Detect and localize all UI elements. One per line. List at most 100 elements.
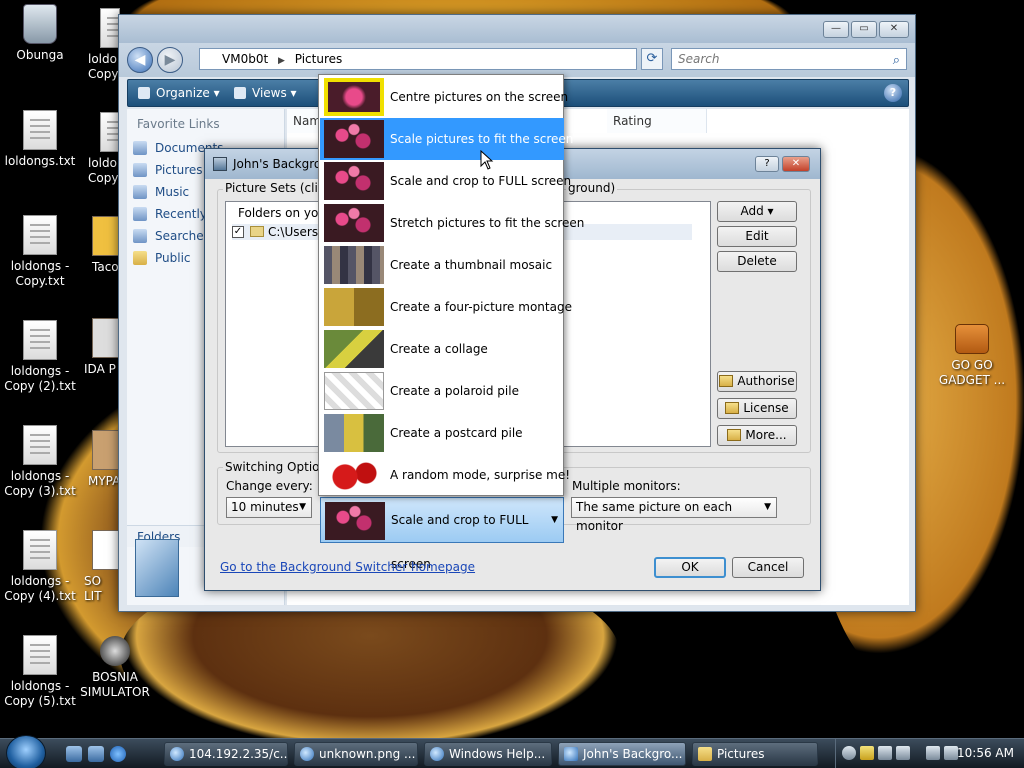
thumbnail-image bbox=[324, 162, 384, 200]
maximize-button[interactable]: ▭ bbox=[851, 21, 877, 38]
app-icon bbox=[564, 747, 578, 761]
back-button[interactable]: ◀ bbox=[127, 47, 153, 73]
cancel-button[interactable]: Cancel bbox=[732, 557, 804, 578]
mode-option-stretch[interactable]: Stretch pictures to fit the screen bbox=[320, 202, 584, 244]
display-mode-select[interactable]: Scale and crop to FULL screen ▼ bbox=[320, 497, 564, 571]
mode-option-montage[interactable]: Create a four-picture montage bbox=[320, 286, 572, 328]
breadcrumb-pictures[interactable]: Pictures bbox=[295, 52, 343, 66]
desktop-icon-solitaire[interactable]: SO LIT bbox=[82, 530, 128, 604]
forward-button[interactable]: ▶ bbox=[157, 47, 183, 73]
task-pictures[interactable]: Pictures bbox=[692, 742, 818, 766]
tray-app-icon[interactable] bbox=[878, 746, 892, 760]
task-unknown-png[interactable]: unknown.png ... bbox=[294, 742, 418, 766]
breadcrumb-user[interactable]: VM0b0t bbox=[222, 52, 268, 66]
tray-app-icon[interactable] bbox=[842, 746, 856, 760]
desktop-icon-label: loldongs - Copy.txt bbox=[10, 259, 70, 288]
desktop-icon-label: Taco bbox=[92, 260, 119, 274]
desktop-icon-loldongs-copy-5[interactable]: loldongs - Copy (5).txt bbox=[0, 635, 80, 709]
mode-option-random[interactable]: A random mode, surprise me! bbox=[320, 454, 570, 496]
key-icon bbox=[719, 375, 734, 387]
license-button[interactable]: License bbox=[717, 398, 797, 419]
desktop-icon-loldo-copy-b[interactable]: loldo Copy bbox=[82, 112, 127, 186]
multiple-monitors-label: Multiple monitors: bbox=[572, 479, 681, 493]
multiple-monitors-select[interactable]: The same picture on each monitor ▼ bbox=[571, 497, 777, 533]
mode-option-scale-fit[interactable]: Scale pictures to fit the screen bbox=[320, 118, 573, 160]
explorer-titlebar[interactable]: — ▭ ✕ bbox=[119, 15, 915, 43]
mode-option-polaroid[interactable]: Create a polaroid pile bbox=[320, 370, 564, 412]
desktop-icon-obunga[interactable]: Obunga bbox=[0, 4, 80, 63]
organize-label: Organize bbox=[156, 86, 210, 100]
desktop-icon-loldo-copy-a[interactable]: loldo Copy bbox=[82, 8, 127, 82]
gear-icon bbox=[727, 429, 742, 441]
refresh-button[interactable]: ⟳ bbox=[641, 48, 663, 70]
mode-option-mosaic[interactable]: Create a thumbnail mosaic bbox=[320, 244, 564, 286]
mode-option-collage[interactable]: Create a collage bbox=[320, 328, 564, 370]
ok-button[interactable]: OK bbox=[654, 557, 726, 578]
thumbnail-image bbox=[324, 414, 384, 452]
desktop-icon-loldongs-copy-2[interactable]: loldongs - Copy (2).txt bbox=[0, 320, 80, 394]
desktop-icon-ida[interactable]: IDA P bbox=[82, 318, 128, 377]
change-every-select[interactable]: 10 minutes ▼ bbox=[226, 497, 312, 518]
desktop-icon-loldongs[interactable]: loldongs.txt bbox=[0, 110, 80, 169]
license-icon bbox=[725, 402, 740, 414]
desktop-icon-mypa[interactable]: MYPA bbox=[82, 430, 128, 489]
mode-option-scale-crop[interactable]: Scale and crop to FULL screen bbox=[320, 160, 571, 202]
desktop-icon-label: loldongs - Copy (2).txt bbox=[4, 364, 76, 393]
desktop-icon-loldongs-copy[interactable]: loldongs - Copy.txt bbox=[0, 215, 80, 289]
authorise-button[interactable]: Authorise bbox=[717, 371, 797, 392]
multiple-monitors-value: The same picture on each monitor bbox=[576, 500, 733, 533]
task-label: 104.192.2.35/c... bbox=[189, 747, 288, 761]
minimize-button[interactable]: — bbox=[823, 21, 849, 38]
show-desktop-icon[interactable] bbox=[66, 746, 82, 762]
mode-option-centre[interactable]: Centre pictures on the screen bbox=[320, 76, 568, 118]
recycle-bin-icon bbox=[23, 4, 57, 44]
task-browser[interactable]: 104.192.2.35/c... bbox=[164, 742, 288, 766]
edit-button[interactable]: Edit bbox=[717, 226, 797, 247]
start-button[interactable] bbox=[6, 735, 46, 768]
text-file-icon bbox=[23, 530, 57, 570]
thumbnail-image bbox=[324, 120, 384, 158]
dialog-close-button[interactable]: ✕ bbox=[782, 156, 810, 172]
clock[interactable]: 10:56 AM bbox=[957, 746, 1014, 760]
search-icon[interactable]: ⌕ bbox=[893, 51, 900, 71]
thumbnail-image bbox=[324, 78, 384, 116]
volume-icon[interactable] bbox=[944, 746, 958, 760]
folder-icon bbox=[698, 747, 712, 761]
desktop-icon-bosnia-simulator[interactable]: BOSNIA SIMULATOR bbox=[75, 636, 155, 700]
desktop-icon-taco[interactable]: Taco bbox=[82, 216, 128, 275]
desktop-icon-loldongs-copy-3[interactable]: loldongs - Copy (3).txt bbox=[0, 425, 80, 499]
search-input[interactable]: Search ⌕ bbox=[671, 48, 907, 70]
close-button[interactable]: ✕ bbox=[879, 21, 909, 38]
network-icon[interactable] bbox=[926, 746, 940, 760]
task-background-switcher[interactable]: John's Backgro... bbox=[558, 742, 686, 766]
option-label: Create a postcard pile bbox=[390, 426, 523, 440]
thumbnail-image bbox=[324, 288, 384, 326]
mode-option-postcard[interactable]: Create a postcard pile bbox=[320, 412, 564, 454]
desktop-icon-label: loldongs - Copy (5).txt bbox=[4, 679, 76, 708]
address-bar[interactable]: VM0b0t ▶ Pictures bbox=[199, 48, 637, 70]
tray-shield-icon[interactable] bbox=[860, 746, 874, 760]
organize-button[interactable]: Organize ▾ bbox=[136, 80, 220, 106]
homepage-link[interactable]: Go to the Background Switcher homepage bbox=[220, 560, 475, 574]
folder-icon bbox=[250, 226, 264, 237]
help-icon[interactable]: ? bbox=[884, 84, 902, 102]
task-windows-help[interactable]: Windows Help... bbox=[424, 742, 552, 766]
switch-windows-icon[interactable] bbox=[88, 746, 104, 762]
favorite-label: Music bbox=[155, 185, 190, 199]
tray-app-icon[interactable] bbox=[896, 746, 910, 760]
views-button[interactable]: Views ▾ bbox=[232, 80, 297, 106]
mode-thumbnail-image bbox=[325, 502, 385, 540]
internet-explorer-icon[interactable] bbox=[110, 746, 126, 762]
column-header-rating[interactable]: Rating bbox=[607, 109, 707, 133]
more-button[interactable]: More... bbox=[717, 425, 797, 446]
display-mode-dropdown[interactable]: Centre pictures on the screen Scale pict… bbox=[318, 74, 584, 496]
desktop-icon-loldongs-copy-4[interactable]: loldongs - Copy (4).txt bbox=[0, 530, 80, 604]
desktop-icon-go-go-gadget[interactable]: GO GO GADGET ... bbox=[932, 316, 1012, 388]
pictures-icon bbox=[133, 163, 147, 177]
delete-button[interactable]: Delete bbox=[717, 251, 797, 272]
picture-set-checkbox[interactable]: ✓ bbox=[232, 226, 244, 238]
dice-icon bbox=[324, 456, 384, 494]
thumbnail-image bbox=[324, 372, 384, 410]
dialog-help-button[interactable]: ? bbox=[755, 156, 779, 172]
add-button[interactable]: Add ▾ bbox=[717, 201, 797, 222]
